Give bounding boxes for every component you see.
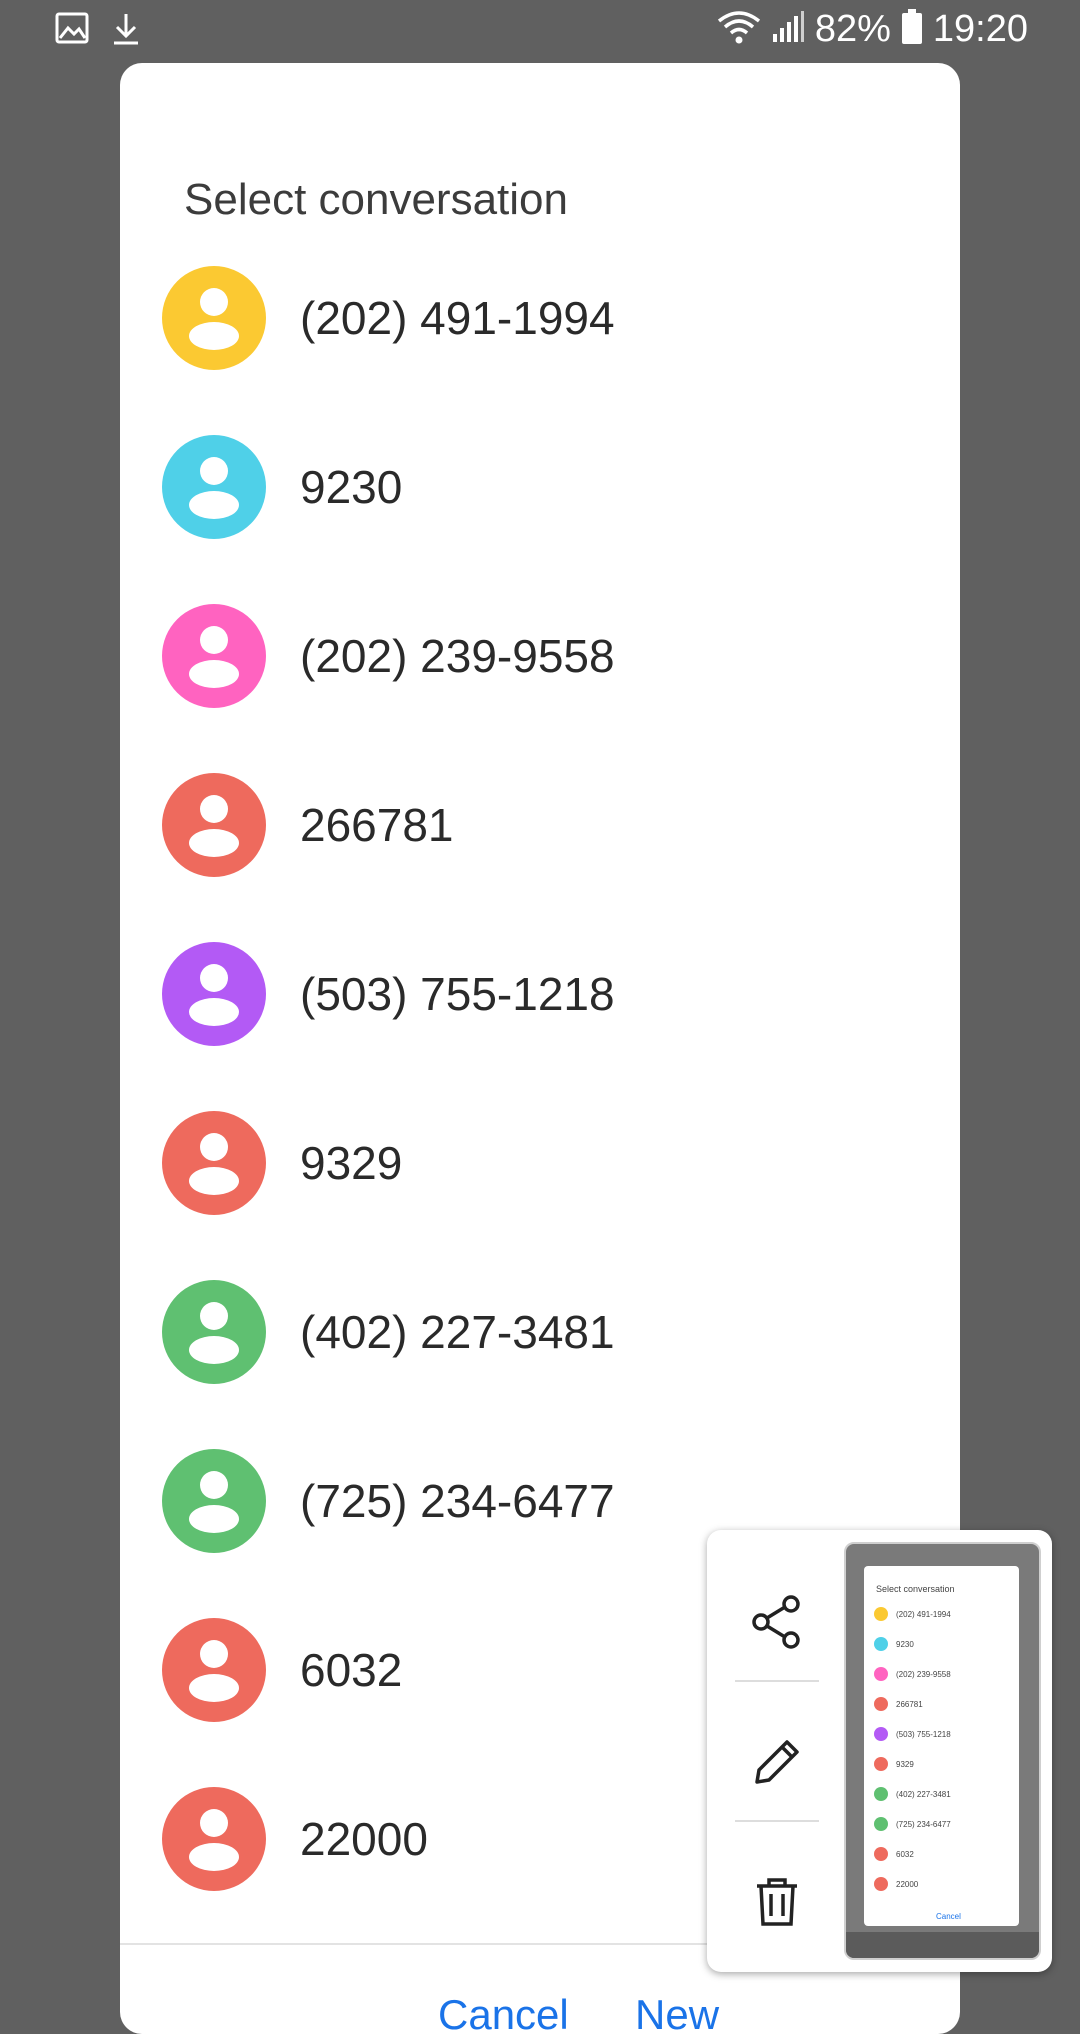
conversation-label: 9230 — [300, 460, 403, 513]
screenshot-thumbnail[interactable]: Select conversation (202) 491-1994 9230 … — [844, 1542, 1041, 1960]
conversation-label: 6032 — [300, 1643, 403, 1696]
dialog-title: Select conversation — [184, 175, 568, 224]
cancel-button[interactable]: Cancel — [438, 1991, 569, 2034]
thumbnail-row-label: (503) 755-1218 — [896, 1729, 951, 1739]
wifi-icon — [717, 9, 761, 50]
avatar — [162, 772, 266, 877]
status-right: 82% 19:20 — [717, 8, 1028, 51]
conversation-item[interactable]: (202) 239-9558 — [120, 571, 960, 740]
conversation-item[interactable]: (503) 755-1218 — [120, 909, 960, 1078]
thumbnail-cancel-label: Cancel — [936, 1912, 961, 1921]
thumbnail-row-label: (202) 239-9558 — [896, 1669, 951, 1679]
conversation-item[interactable]: 9230 — [120, 402, 960, 571]
battery-percent: 82% — [814, 8, 891, 50]
tool-divider — [735, 1820, 819, 1822]
status-bar: 82% 19:20 — [0, 0, 1080, 64]
conversation-label: (725) 234-6477 — [300, 1474, 615, 1527]
thumbnail-row: (503) 755-1218 — [874, 1726, 951, 1742]
thumbnail-row-label: 6032 — [896, 1849, 914, 1859]
screen: 82% 19:20 Select conversation (202) 491-… — [0, 0, 1080, 2034]
avatar — [162, 1110, 266, 1215]
avatar — [162, 603, 266, 708]
thumbnail-row: (725) 234-6477 — [874, 1816, 951, 1832]
thumbnail-row: (402) 227-3481 — [874, 1786, 951, 1802]
image-icon — [55, 12, 89, 51]
thumbnail-row: 9329 — [874, 1756, 914, 1772]
clock: 19:20 — [932, 8, 1028, 50]
avatar — [162, 941, 266, 1046]
thumbnail-dialog: Select conversation (202) 491-1994 9230 … — [864, 1566, 1019, 1926]
conversation-label: (202) 491-1994 — [300, 291, 615, 344]
thumbnail-row-label: 9329 — [896, 1759, 914, 1769]
tool-divider — [735, 1680, 819, 1682]
thumbnail-nav-bar — [846, 1932, 1039, 1958]
screenshot-toolbar: Select conversation (202) 491-1994 9230 … — [707, 1530, 1052, 1972]
delete-icon[interactable] — [735, 1860, 819, 1944]
share-icon[interactable] — [735, 1580, 819, 1664]
avatar — [162, 1448, 266, 1553]
thumbnail-row: (202) 491-1994 — [874, 1606, 951, 1622]
thumbnail-row-label: (725) 234-6477 — [896, 1819, 951, 1829]
thumbnail-row: (202) 239-9558 — [874, 1666, 951, 1682]
thumbnail-row-label: 266781 — [896, 1699, 923, 1709]
conversation-label: 9329 — [300, 1136, 403, 1189]
conversation-item[interactable]: (202) 491-1994 — [120, 233, 960, 402]
thumbnail-row-label: (402) 227-3481 — [896, 1789, 951, 1799]
thumbnail-row: 9230 — [874, 1636, 914, 1652]
avatar — [162, 1786, 266, 1891]
conversation-item[interactable]: 266781 — [120, 740, 960, 909]
thumbnail-row-label: (202) 491-1994 — [896, 1609, 951, 1619]
signal-icon — [771, 10, 805, 49]
conversation-label: (402) 227-3481 — [300, 1305, 615, 1358]
thumbnail-row: 266781 — [874, 1696, 923, 1712]
new-message-button[interactable]: New — [635, 1991, 719, 2034]
thumbnail-row-label: 22000 — [896, 1879, 919, 1889]
avatar — [162, 265, 266, 370]
conversation-label: (202) 239-9558 — [300, 629, 615, 682]
conversation-item[interactable]: 9329 — [120, 1078, 960, 1247]
status-left-icons — [55, 12, 141, 51]
download-icon — [111, 12, 141, 51]
battery-icon — [901, 9, 923, 50]
thumbnail-title: Select conversation — [876, 1584, 955, 1594]
avatar — [162, 434, 266, 539]
edit-icon[interactable] — [735, 1720, 819, 1804]
thumbnail-row-label: 9230 — [896, 1639, 914, 1649]
thumbnail-row: 6032 — [874, 1846, 914, 1862]
avatar — [162, 1279, 266, 1384]
conversation-item[interactable]: (402) 227-3481 — [120, 1247, 960, 1416]
conversation-label: 22000 — [300, 1812, 428, 1865]
screenshot-tools — [735, 1530, 819, 1972]
dialog-actions: Cancel New — [120, 1991, 960, 2034]
avatar — [162, 1617, 266, 1722]
conversation-label: 266781 — [300, 798, 454, 851]
thumbnail-row: 22000 — [874, 1876, 918, 1892]
conversation-label: (503) 755-1218 — [300, 967, 615, 1020]
